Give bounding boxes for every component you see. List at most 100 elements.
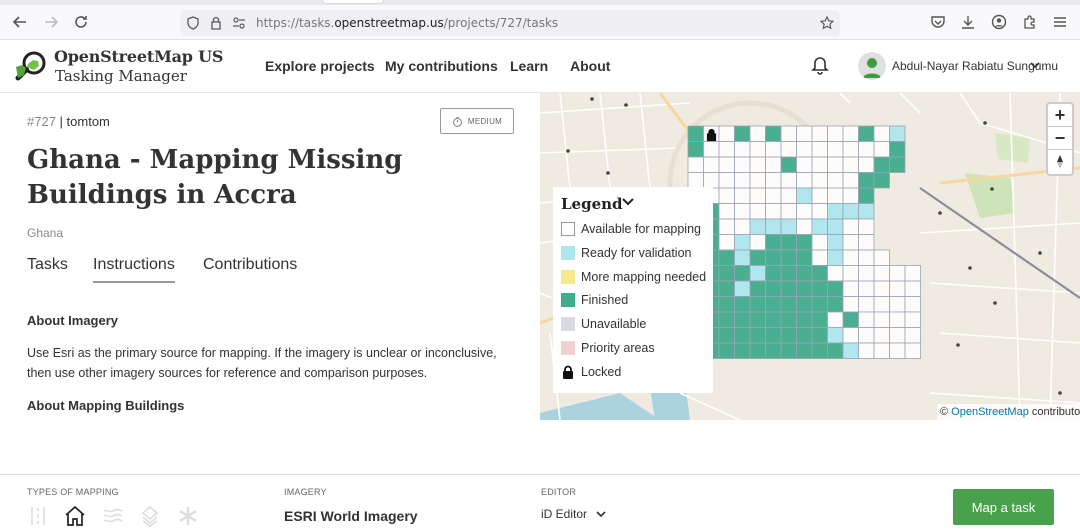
task-cell[interactable] [858, 203, 875, 220]
task-cell[interactable] [842, 296, 859, 313]
task-cell[interactable] [780, 234, 797, 251]
task-cell[interactable] [703, 172, 720, 189]
task-cell[interactable] [858, 342, 875, 359]
task-cell[interactable] [796, 141, 813, 158]
task-cell[interactable] [811, 141, 828, 158]
task-cell[interactable] [858, 187, 875, 204]
task-cell[interactable] [842, 172, 859, 189]
task-cell[interactable] [718, 280, 735, 297]
task-cell[interactable] [718, 342, 735, 359]
task-cell[interactable] [827, 125, 844, 142]
task-cell[interactable] [889, 265, 906, 282]
task-cell[interactable] [842, 141, 859, 158]
task-cell[interactable] [765, 141, 782, 158]
reset-north-button[interactable] [1048, 150, 1072, 173]
task-cell[interactable] [842, 125, 859, 142]
task-cell[interactable] [796, 156, 813, 173]
task-cell[interactable] [796, 311, 813, 328]
task-cell[interactable] [765, 172, 782, 189]
task-cell[interactable] [827, 327, 844, 344]
task-cell[interactable] [858, 296, 875, 313]
task-cell[interactable] [873, 265, 890, 282]
zoom-out-button[interactable]: − [1048, 127, 1072, 150]
task-cell[interactable] [734, 265, 751, 282]
bookmark-star-icon[interactable] [818, 14, 836, 32]
downloads-icon[interactable] [959, 13, 977, 31]
task-cell[interactable] [734, 125, 751, 142]
task-cell[interactable] [765, 203, 782, 220]
task-cell[interactable] [904, 311, 921, 328]
task-cell[interactable] [842, 311, 859, 328]
task-cell[interactable] [889, 141, 906, 158]
task-cell[interactable] [765, 280, 782, 297]
task-cell[interactable] [796, 265, 813, 282]
task-cell[interactable] [842, 203, 859, 220]
task-cell[interactable] [827, 311, 844, 328]
task-cell[interactable] [811, 125, 828, 142]
permissions-icon[interactable] [230, 14, 248, 32]
task-cell[interactable] [811, 172, 828, 189]
task-cell[interactable] [765, 342, 782, 359]
task-cell[interactable] [873, 311, 890, 328]
project-id[interactable]: #727 [27, 114, 56, 129]
task-cell[interactable] [889, 342, 906, 359]
tab-instructions[interactable]: Instructions [93, 256, 175, 283]
task-cell[interactable] [749, 296, 766, 313]
task-cell[interactable] [889, 125, 906, 142]
task-cell[interactable] [904, 296, 921, 313]
task-cell[interactable] [780, 172, 797, 189]
task-cell[interactable] [749, 125, 766, 142]
task-cell[interactable] [842, 265, 859, 282]
task-cell[interactable] [765, 249, 782, 266]
task-cell[interactable] [811, 280, 828, 297]
task-cell[interactable] [780, 125, 797, 142]
task-cell[interactable] [734, 141, 751, 158]
task-cell[interactable] [765, 265, 782, 282]
task-cell[interactable] [734, 280, 751, 297]
task-cell[interactable] [858, 265, 875, 282]
task-cell[interactable] [734, 156, 751, 173]
task-cell[interactable] [796, 203, 813, 220]
task-cell[interactable] [703, 156, 720, 173]
task-cell[interactable] [827, 265, 844, 282]
task-cell[interactable] [780, 327, 797, 344]
task-cell[interactable] [904, 342, 921, 359]
task-cell[interactable] [858, 311, 875, 328]
notifications-bell-icon[interactable] [811, 56, 829, 76]
task-cell[interactable] [749, 342, 766, 359]
task-cell[interactable] [749, 218, 766, 235]
task-cell[interactable] [811, 327, 828, 344]
task-cell[interactable] [780, 311, 797, 328]
task-cell[interactable] [734, 218, 751, 235]
task-cell[interactable] [827, 187, 844, 204]
task-cell[interactable] [749, 172, 766, 189]
task-cell[interactable] [780, 265, 797, 282]
task-cell[interactable] [827, 234, 844, 251]
task-cell[interactable] [796, 327, 813, 344]
task-cell[interactable] [842, 234, 859, 251]
task-cell[interactable] [718, 125, 735, 142]
browser-tab[interactable] [322, 0, 384, 4]
task-cell[interactable] [796, 234, 813, 251]
task-cell[interactable] [718, 187, 735, 204]
task-cell[interactable] [780, 141, 797, 158]
task-cell[interactable] [842, 249, 859, 266]
task-cell[interactable] [889, 311, 906, 328]
task-cell[interactable] [749, 280, 766, 297]
task-cell[interactable] [873, 249, 890, 266]
task-cell[interactable] [718, 327, 735, 344]
task-cell[interactable] [734, 327, 751, 344]
task-cell[interactable] [827, 141, 844, 158]
address-bar[interactable]: https://tasks.openstreetmap.us/projects/… [180, 10, 840, 36]
task-cell[interactable] [765, 125, 782, 142]
task-cell[interactable] [904, 265, 921, 282]
attribution-link[interactable]: OpenStreetMap [951, 406, 1029, 418]
task-cell[interactable] [858, 249, 875, 266]
task-cell[interactable] [718, 296, 735, 313]
task-cell[interactable] [842, 342, 859, 359]
tab-contributions[interactable]: Contributions [203, 256, 297, 281]
task-cell[interactable] [734, 342, 751, 359]
extensions-icon[interactable] [1021, 13, 1039, 31]
task-cell[interactable] [842, 156, 859, 173]
task-cell[interactable] [749, 187, 766, 204]
